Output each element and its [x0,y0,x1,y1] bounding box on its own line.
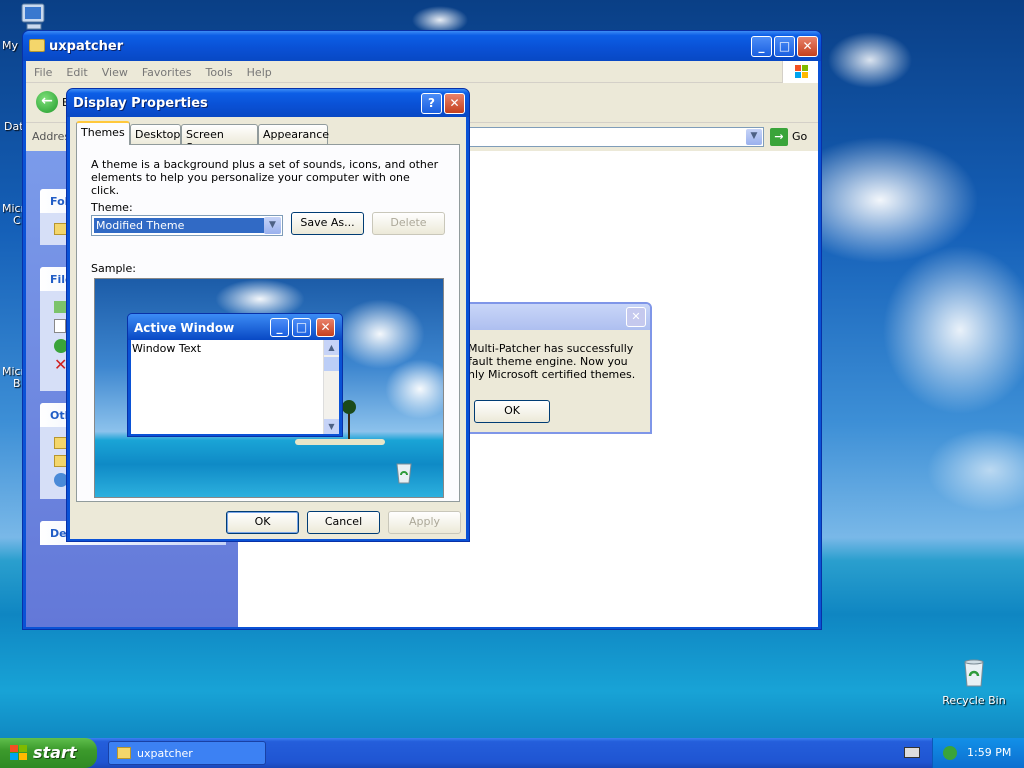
maximize-button[interactable]: □ [774,36,795,57]
display-properties-dialog: Display Properties ? ✕ Themes Desktop Sc… [66,88,470,542]
menu-edit[interactable]: Edit [58,61,93,79]
message-line: nly Microsoft certified themes. [468,368,636,381]
address-dropdown-button[interactable]: ▼ [746,129,762,145]
sample-window-text: Window Text [132,342,202,355]
back-arrow-icon: ← [36,91,58,113]
go-label: Go [792,130,808,143]
message-close-button[interactable]: ✕ [626,307,646,327]
folder-icon [117,747,131,759]
close-button[interactable]: ✕ [797,36,818,57]
theme-description: A theme is a background plus a set of so… [91,158,439,197]
explorer-title-bar[interactable]: uxpatcher _ □ ✕ [23,31,821,61]
delete-button[interactable]: Delete [372,212,445,235]
sample-maximize-button: □ [292,318,311,337]
dialog-body: Themes Desktop Screen Saver Appearance A… [70,117,466,539]
theme-label: Theme: [91,201,133,214]
cloud [385,359,443,419]
tab-desktop[interactable]: Desktop [130,124,181,145]
ok-button[interactable]: OK [226,511,299,534]
themes-tab-panel: A theme is a background plus a set of so… [76,144,460,502]
scroll-down-icon: ▼ [324,419,339,434]
desktop: My Dat Micro C Micro B Recycle Bin uxpat… [0,0,1024,768]
sample-scrollbar: ▲ ▼ [323,340,339,434]
clock[interactable]: 1:59 PM [967,746,1011,759]
network-tray-icon[interactable] [943,746,957,760]
tab-screen-saver[interactable]: Screen Saver [181,124,258,154]
windows-logo-icon [782,61,818,83]
sample-label: Sample: [91,262,136,275]
address-label: Addres [32,130,71,143]
desktop-icon-label: Recycle Bin [942,694,1006,707]
apply-button[interactable]: Apply [388,511,461,534]
computer-icon [19,2,49,32]
desktop-icon-label: My [2,39,19,52]
message-ok-button[interactable]: OK [474,400,550,423]
desktop-icon-recycle-bin[interactable]: Recycle Bin [936,656,1012,707]
explorer-title: uxpatcher [49,39,124,54]
start-button[interactable]: start [0,738,97,768]
taskbar-item-label: uxpatcher [137,747,193,760]
recycle-bin-icon [959,656,989,688]
menu-tools[interactable]: Tools [198,61,239,79]
folder-icon [29,39,45,52]
message-line: Multi-Patcher has successfully [468,342,634,355]
dialog-close-button[interactable]: ✕ [444,93,465,114]
tab-themes[interactable]: Themes [76,121,130,145]
sample-active-window: Active Window _ □ ✕ Window Text ▲ ▼ [127,313,343,437]
copy-icon [54,319,66,333]
keyboard-icon[interactable] [904,747,920,758]
menu-favorites[interactable]: Favorites [134,61,198,79]
cancel-button[interactable]: Cancel [307,511,380,534]
sample-minimize-button: _ [270,318,289,337]
dialog-title: Display Properties [73,96,208,111]
message-line: fault theme engine. Now you [468,355,628,368]
minimize-button[interactable]: _ [751,36,772,57]
menu-file[interactable]: File [26,61,58,79]
island-palm [341,397,357,443]
theme-select-value: Modified Theme [94,218,264,233]
sample-window-body: Window Text ▲ ▼ [131,340,339,434]
recycle-bin-icon [393,459,415,485]
chevron-down-icon[interactable]: ▼ [264,217,281,234]
island-sand [295,439,385,445]
start-label: start [33,743,77,762]
desktop-icon-my-computer[interactable]: My [0,2,72,52]
help-button[interactable]: ? [421,93,442,114]
go-arrow-icon: → [770,128,788,146]
desktop-icon-label: Dat [4,120,24,133]
taskbar: start uxpatcher 1:59 PM [0,738,1024,768]
windows-logo-icon [10,745,28,761]
system-tray: 1:59 PM [932,738,1024,768]
theme-select[interactable]: Modified Theme ▼ [91,215,283,236]
go-button[interactable]: → Go [770,127,814,147]
menu-help[interactable]: Help [239,61,278,79]
taskbar-item-uxpatcher[interactable]: uxpatcher [108,741,266,765]
save-as-button[interactable]: Save As... [291,212,364,235]
message-text: Multi-Patcher has successfully fault the… [468,342,648,381]
menu-view[interactable]: View [94,61,134,79]
sample-close-button: ✕ [316,318,335,337]
scroll-thumb [324,357,339,371]
dialog-title-bar[interactable]: Display Properties ? ✕ [67,89,469,117]
menu-bar: File Edit View Favorites Tools Help [26,61,818,83]
scroll-up-icon: ▲ [324,340,339,355]
theme-sample-preview: Active Window _ □ ✕ Window Text ▲ ▼ [94,278,444,498]
tab-appearance[interactable]: Appearance [258,124,329,145]
